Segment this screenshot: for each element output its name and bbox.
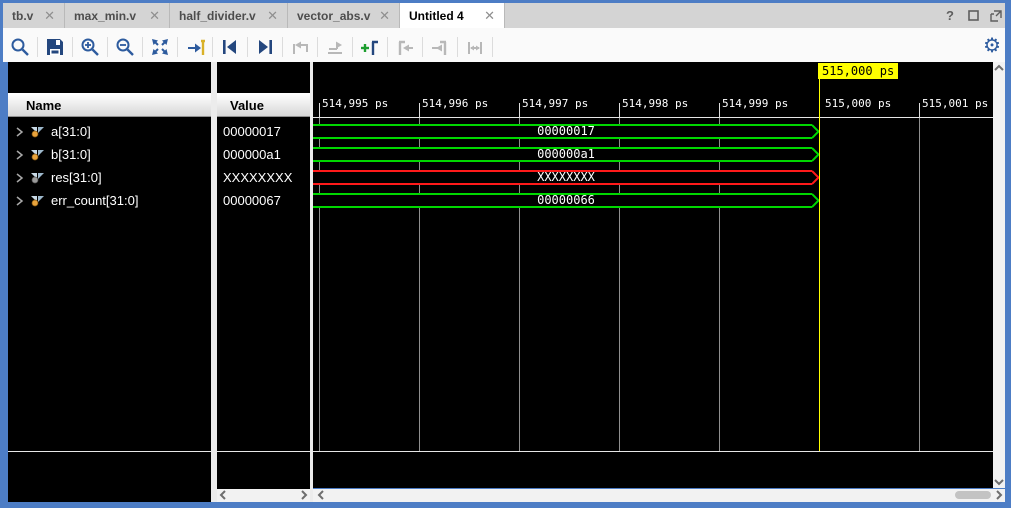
signal-name: res[31:0] <box>51 170 102 185</box>
waveform-hscrollbar[interactable] <box>313 489 1005 502</box>
ruler-tick-label[interactable]: 515,001 ps <box>922 97 988 110</box>
previous-marker-icon[interactable] <box>392 35 418 59</box>
signal-name-panel: Name a[31:0] b[31:0] res[31:0] err_count… <box>8 62 211 502</box>
bus-value: XXXXXXXX <box>313 170 819 185</box>
tab-max-min-v[interactable]: max_min.v ✕ <box>65 3 170 28</box>
name-header-label: Name <box>26 98 61 113</box>
signal-name: err_count[31:0] <box>51 193 138 208</box>
signal-value: 000000a1 <box>217 143 310 166</box>
find-icon[interactable] <box>7 35 33 59</box>
signal-value: XXXXXXXX <box>217 166 310 189</box>
wave-cursor-line[interactable] <box>819 79 820 451</box>
signal-row-err-count[interactable]: err_count[31:0] <box>8 189 211 212</box>
ruler-tick-label[interactable]: 514,995 ps <box>322 97 388 110</box>
bus-signal-icon <box>30 148 45 161</box>
maximize-icon[interactable] <box>966 9 980 23</box>
bus-signal-icon <box>30 125 45 138</box>
wave-bottom-line <box>313 451 993 452</box>
signal-row-b[interactable]: b[31:0] <box>8 143 211 166</box>
divider <box>217 451 310 452</box>
signal-value: 00000067 <box>217 189 310 212</box>
scroll-left-icon[interactable] <box>217 489 229 501</box>
ruler-tick-label[interactable]: 514,996 ps <box>422 97 488 110</box>
titlebar-icons: ? <box>943 3 1003 28</box>
zoom-in-icon[interactable] <box>77 35 103 59</box>
save-wave-config-icon[interactable] <box>42 35 68 59</box>
close-icon[interactable]: ✕ <box>484 9 495 22</box>
scrollbar-thumb[interactable] <box>955 491 991 499</box>
tab-label: max_min.v <box>74 9 141 23</box>
tab-tb-v[interactable]: tb.v ✕ <box>3 3 65 28</box>
previous-transition-icon[interactable] <box>217 35 243 59</box>
next-marker-icon[interactable] <box>427 35 453 59</box>
tab-bar: tb.v ✕ max_min.v ✕ half_divider.v ✕ vect… <box>3 3 1005 28</box>
tab-vector-abs-v[interactable]: vector_abs.v ✕ <box>288 3 400 28</box>
signal-name: b[31:0] <box>51 147 91 162</box>
zoom-out-icon[interactable] <box>112 35 138 59</box>
close-icon[interactable]: ✕ <box>267 9 278 22</box>
next-transition-icon[interactable] <box>252 35 278 59</box>
signal-value: 00000017 <box>217 120 310 143</box>
close-icon[interactable]: ✕ <box>149 9 160 22</box>
tab-label: vector_abs.v <box>297 9 371 23</box>
ruler-tick-label[interactable]: 515,000 ps <box>825 97 891 110</box>
bus-value: 00000017 <box>313 124 819 139</box>
gridline <box>319 118 320 451</box>
gridline <box>619 118 620 451</box>
bus-value: 00000066 <box>313 193 819 208</box>
expand-chevron-icon[interactable] <box>16 150 24 160</box>
gridline <box>919 118 920 451</box>
cursor-time-badge[interactable]: 515,000 ps <box>818 63 898 79</box>
gridline <box>419 118 420 451</box>
value-header-label: Value <box>230 98 264 113</box>
tab-untitled-4[interactable]: Untitled 4 ✕ <box>400 3 505 28</box>
scroll-up-icon[interactable] <box>993 62 1005 74</box>
settings-gear-icon[interactable]: ⚙ <box>983 33 1001 57</box>
name-column-header: Name <box>8 93 211 117</box>
value-panel-hscrollbar[interactable] <box>217 489 310 502</box>
go-to-first-transition-icon[interactable] <box>322 35 348 59</box>
expand-chevron-icon[interactable] <box>16 196 24 206</box>
tab-label: half_divider.v <box>179 9 259 23</box>
scroll-right-icon[interactable] <box>298 489 310 501</box>
help-icon[interactable]: ? <box>943 9 957 23</box>
zoom-fit-icon[interactable] <box>147 35 173 59</box>
signal-name: a[31:0] <box>51 124 91 139</box>
scroll-left-icon[interactable] <box>315 489 327 501</box>
ruler-baseline <box>313 117 993 118</box>
gridline <box>719 118 720 451</box>
signal-value-panel: Value 00000017 000000a1 XXXXXXXX 0000006… <box>217 62 310 489</box>
zoom-to-cursor-icon[interactable] <box>183 35 209 59</box>
signal-row-a[interactable]: a[31:0] <box>8 120 211 143</box>
gridline <box>519 118 520 451</box>
ruler-tick-label[interactable]: 514,998 ps <box>622 97 688 110</box>
swap-cursors-icon[interactable] <box>462 35 488 59</box>
ruler-tick-label[interactable]: 514,997 ps <box>522 97 588 110</box>
close-icon[interactable]: ✕ <box>379 9 390 22</box>
close-icon[interactable]: ✕ <box>44 9 55 22</box>
expand-chevron-icon[interactable] <box>16 127 24 137</box>
vertical-scrollbar[interactable] <box>993 62 1005 488</box>
tab-half-divider-v[interactable]: half_divider.v ✕ <box>170 3 288 28</box>
bus-signal-icon <box>30 194 45 207</box>
float-window-icon[interactable] <box>989 9 1003 23</box>
scroll-down-icon[interactable] <box>993 476 1005 488</box>
value-column-header: Value <box>217 93 310 117</box>
wave-viewer-window: tb.v ✕ max_min.v ✕ half_divider.v ✕ vect… <box>0 0 1011 508</box>
tab-label: Untitled 4 <box>409 9 476 23</box>
signal-row-res[interactable]: res[31:0] <box>8 166 211 189</box>
waveform-canvas[interactable]: 514,995 ps 514,996 ps 514,997 ps 514,998… <box>313 62 993 488</box>
divider <box>8 451 211 452</box>
ruler-tick-label[interactable]: 514,999 ps <box>722 97 788 110</box>
bus-value: 000000a1 <box>313 147 819 162</box>
bus-signal-icon <box>30 171 45 184</box>
scroll-right-icon[interactable] <box>993 489 1005 501</box>
expand-chevron-icon[interactable] <box>16 173 24 183</box>
add-marker-icon[interactable] <box>357 35 383 59</box>
go-to-last-transition-icon[interactable] <box>287 35 313 59</box>
tab-label: tb.v <box>12 9 36 23</box>
